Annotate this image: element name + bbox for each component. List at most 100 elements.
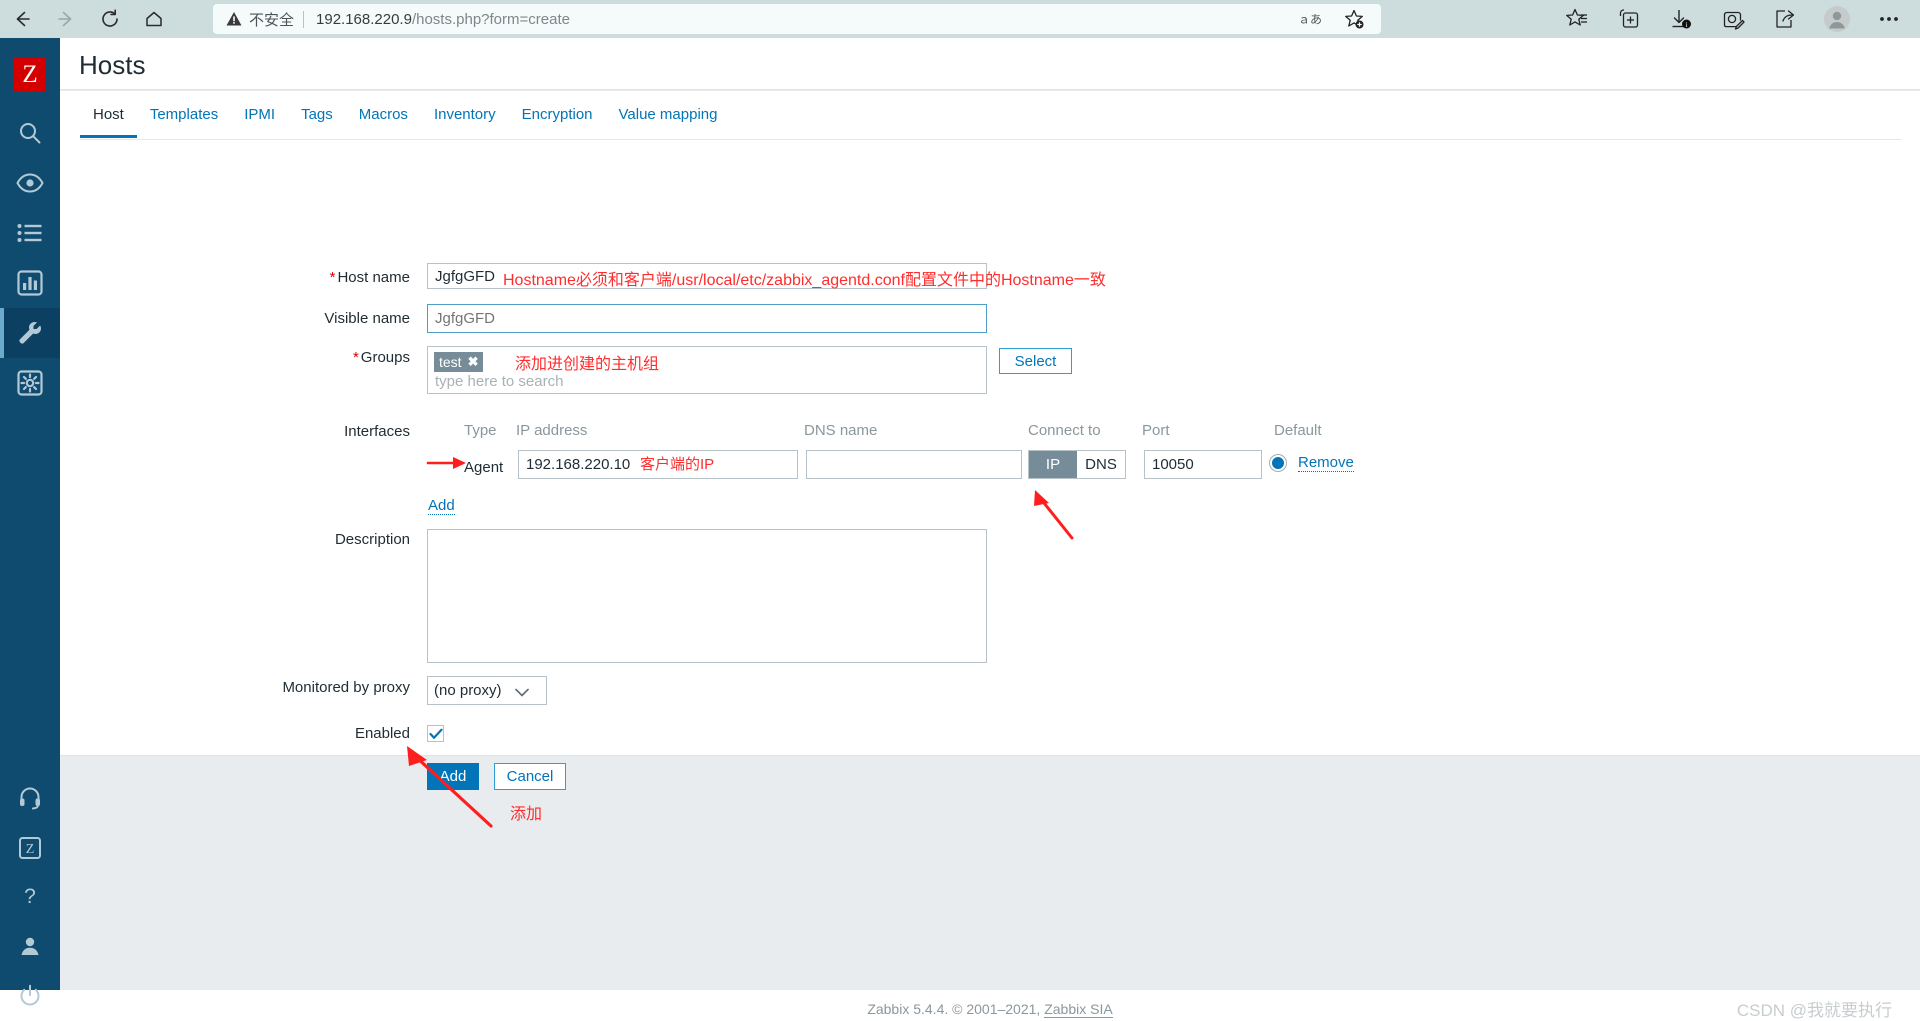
browser-action-icons: i xyxy=(1564,0,1914,38)
required-marker-groups: * xyxy=(352,349,359,366)
interfaces-header-connect-to: Connect to xyxy=(1028,422,1101,439)
interface-port-input[interactable] xyxy=(1144,450,1262,479)
host-name-label: * Host name xyxy=(329,269,410,286)
add-annotation: 添加 xyxy=(510,806,543,823)
not-secure-warning-icon xyxy=(225,10,243,28)
page-content: Hosts Host Templates IPMI Tags Macros In… xyxy=(60,38,1920,1020)
sign-out-power-icon xyxy=(18,984,42,1008)
zabbix-share-icon: Z xyxy=(18,836,42,860)
tab-encryption[interactable]: Encryption xyxy=(509,106,606,135)
visible-name-input[interactable] xyxy=(427,304,987,333)
tab-ipmi[interactable]: IPMI xyxy=(231,106,288,135)
footer: Zabbix 5.4.4. © 2001–2021, Zabbix SIA xyxy=(60,1001,1920,1018)
group-chip-label: test xyxy=(439,354,462,370)
groups-search-placeholder[interactable]: type here to search xyxy=(435,373,563,390)
favorites-icon[interactable] xyxy=(1564,6,1590,32)
connect-to-dns-option[interactable]: DNS xyxy=(1077,451,1125,478)
reload-button[interactable] xyxy=(88,0,132,38)
sidebar-item-help[interactable]: ? xyxy=(0,871,60,921)
tab-tags[interactable]: Tags xyxy=(288,106,346,135)
sidebar-item-reports[interactable] xyxy=(0,258,60,308)
group-chip-test[interactable]: test ✖ xyxy=(434,352,484,372)
interfaces-header-port: Port xyxy=(1142,422,1170,439)
svg-text:?: ? xyxy=(24,885,36,908)
groups-annotation: 添加进创建的主机组 xyxy=(515,356,660,373)
home-button[interactable] xyxy=(132,0,176,38)
search-icon xyxy=(17,120,43,146)
group-chip-remove-icon[interactable]: ✖ xyxy=(468,354,479,370)
page-title: Hosts xyxy=(79,50,146,80)
sidebar-item-support[interactable] xyxy=(0,773,60,823)
interfaces-header-default: Default xyxy=(1274,422,1322,439)
add-favorite-icon[interactable] xyxy=(1341,6,1367,32)
hostname-annotation: Hostname必须和客户端/usr/local/etc/zabbix_agen… xyxy=(503,272,1106,289)
forward-button[interactable] xyxy=(44,0,88,38)
support-headset-icon xyxy=(18,786,42,810)
arrow-to-agent-row xyxy=(426,457,466,469)
tab-macros[interactable]: Macros xyxy=(346,106,421,135)
arrow-to-connect-to xyxy=(1034,490,1074,540)
zabbix-logo[interactable]: Z xyxy=(14,58,46,92)
interfaces-label: Interfaces xyxy=(344,423,410,440)
checkmark-icon xyxy=(428,728,443,739)
required-marker-host-name: * xyxy=(329,269,336,286)
description-textarea[interactable] xyxy=(427,529,987,663)
url-path: /hosts.php?form=create xyxy=(411,10,570,28)
monitoring-eye-icon xyxy=(16,173,44,193)
svg-text:i: i xyxy=(1686,21,1688,29)
collections-icon[interactable] xyxy=(1616,6,1642,32)
csdn-watermark: CSDN @我就要执行 xyxy=(1736,1001,1892,1020)
profile-avatar[interactable] xyxy=(1824,6,1850,32)
visible-name-label: Visible name xyxy=(324,310,410,327)
footer-copyright: Zabbix 5.4.4. © 2001–2021, xyxy=(867,1001,1045,1017)
monitored-by-proxy-select[interactable]: (no proxy) xyxy=(427,676,547,705)
back-button[interactable] xyxy=(0,0,44,38)
more-options-icon[interactable] xyxy=(1876,6,1902,32)
select-group-button[interactable]: Select xyxy=(999,348,1072,374)
tab-host[interactable]: Host xyxy=(80,106,137,138)
tab-templates[interactable]: Templates xyxy=(137,106,231,135)
configuration-wrench-icon xyxy=(17,320,43,346)
sidebar-item-configuration[interactable] xyxy=(0,308,60,358)
cancel-button[interactable]: Cancel xyxy=(494,763,566,790)
interface-default-radio[interactable] xyxy=(1270,455,1286,471)
sidebar-item-search[interactable] xyxy=(0,108,60,158)
downloads-icon[interactable]: i xyxy=(1668,6,1694,32)
tab-value-mapping[interactable]: Value mapping xyxy=(606,106,731,135)
tab-inventory[interactable]: Inventory xyxy=(421,106,509,135)
connect-to-ip-option[interactable]: IP xyxy=(1029,451,1077,478)
svg-text:ａあ: ａあ xyxy=(1298,12,1322,26)
help-question-icon: ? xyxy=(19,884,41,908)
sidebar-item-user-profile[interactable] xyxy=(0,921,60,971)
form-tabs: Host Templates IPMI Tags Macros Inventor… xyxy=(80,106,730,140)
sidebar-item-zabbix-share[interactable]: Z xyxy=(0,823,60,873)
enabled-checkbox[interactable] xyxy=(427,725,444,742)
browser-toolbar: 不安全 192.168.220.9/hosts.php?form=create … xyxy=(0,0,1920,38)
interfaces-header-type: Type xyxy=(464,422,497,439)
interface-type-agent: Agent xyxy=(464,459,504,476)
url-divider xyxy=(303,10,305,28)
sidebar-item-services[interactable] xyxy=(0,208,60,258)
sidebar-item-sign-out[interactable] xyxy=(0,971,60,1021)
footer-zabbix-sia-link[interactable]: Zabbix SIA xyxy=(1044,1001,1113,1018)
services-list-icon xyxy=(17,223,43,243)
read-aloud-icon[interactable]: ａあ xyxy=(1297,6,1323,32)
groups-multiselect[interactable]: test ✖ type here to search xyxy=(427,346,987,394)
administration-gear-icon xyxy=(17,370,43,396)
add-interface-link[interactable]: Add xyxy=(428,497,455,515)
monitored-by-proxy-label: Monitored by proxy xyxy=(282,679,410,696)
share-icon[interactable] xyxy=(1772,6,1798,32)
address-bar[interactable]: 不安全 192.168.220.9/hosts.php?form=create … xyxy=(213,4,1381,34)
interface-remove-link[interactable]: Remove xyxy=(1298,454,1354,472)
web-capture-icon[interactable] xyxy=(1720,6,1746,32)
sidebar-item-administration[interactable] xyxy=(0,358,60,408)
connect-to-toggle[interactable]: IP DNS xyxy=(1028,450,1126,479)
sidebar-item-monitoring[interactable] xyxy=(0,158,60,208)
interfaces-header-ip: IP address xyxy=(516,422,588,439)
security-status-label: 不安全 xyxy=(249,11,295,29)
zabbix-sidebar: Z Z ? xyxy=(0,38,60,1006)
inventory-reports-icon xyxy=(17,270,43,296)
add-button[interactable]: Add xyxy=(427,763,479,790)
ip-annotation: 客户端的IP xyxy=(640,456,715,473)
interface-dns-input[interactable] xyxy=(806,450,1022,479)
